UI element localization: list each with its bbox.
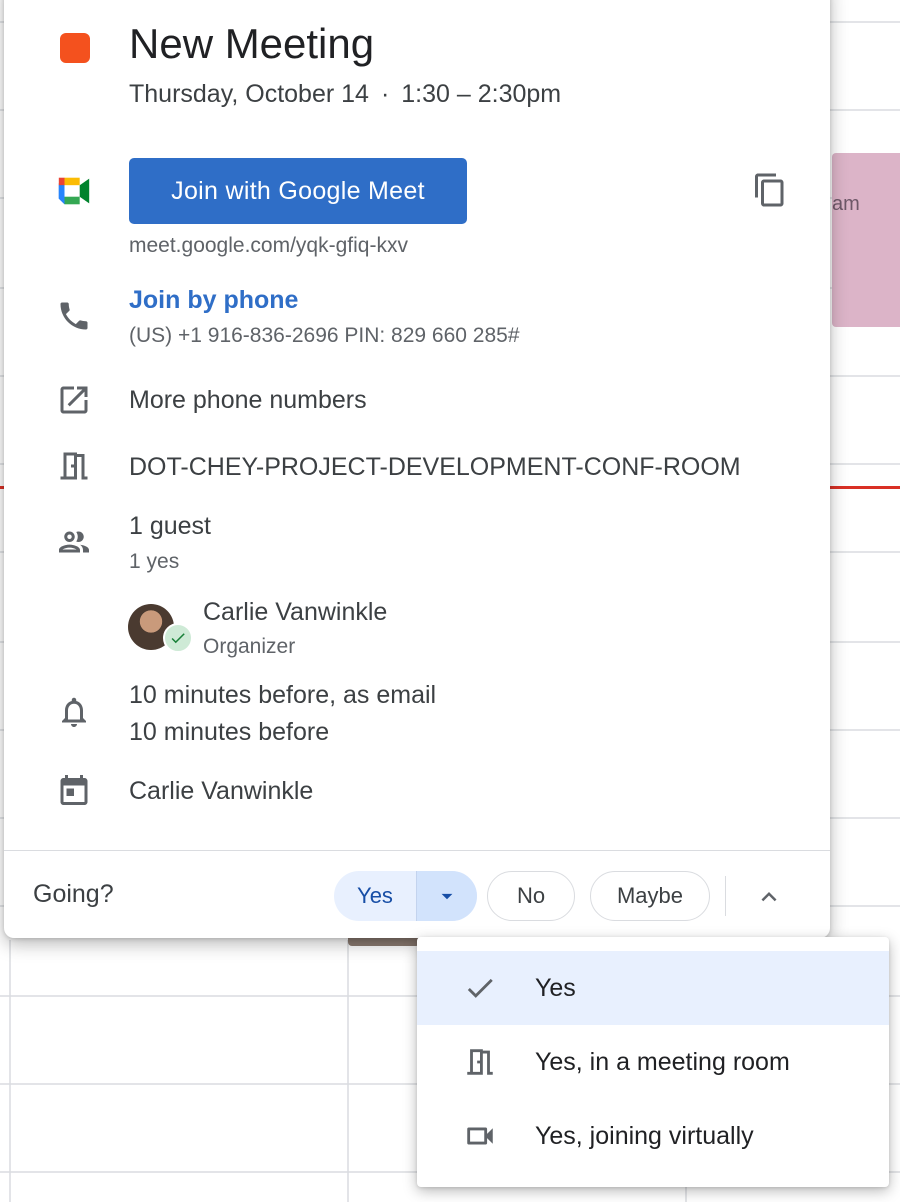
guest-count: 1 guest bbox=[129, 512, 212, 540]
join-by-phone-link[interactable]: Join by phone bbox=[129, 286, 298, 315]
menu-item-label: Yes, in a meeting room bbox=[535, 1047, 790, 1076]
more-phone-numbers-link[interactable]: More phone numbers bbox=[129, 386, 367, 415]
caret-down-icon bbox=[441, 893, 453, 900]
divider bbox=[4, 850, 830, 851]
meet-link[interactable]: meet.google.com/yqk-gfiq-kxv bbox=[129, 234, 408, 258]
separator-dot: · bbox=[380, 80, 390, 108]
rsvp-yes-dropdown-button[interactable] bbox=[417, 871, 477, 921]
event-date: Thursday, October 14 bbox=[129, 80, 369, 108]
people-icon bbox=[54, 522, 94, 562]
menu-item-yes[interactable]: Yes bbox=[417, 951, 889, 1025]
guest-rsvp-summary: 1 yes bbox=[129, 550, 180, 573]
menu-item-label: Yes, joining virtually bbox=[535, 1121, 754, 1150]
accepted-check-icon bbox=[163, 623, 193, 653]
event-details-popup: New Meeting Thursday, October 14 · 1:30 – … bbox=[4, 0, 830, 938]
current-time-indicator bbox=[830, 486, 900, 489]
event-color-swatch bbox=[60, 33, 90, 63]
menu-item-yes-virtually[interactable]: Yes, joining virtually bbox=[417, 1099, 889, 1173]
phone-icon bbox=[54, 296, 94, 336]
event-datetime: Thursday, October 14 · 1:30 – 2:30pm bbox=[129, 80, 561, 109]
calendar-owner: Carlie Vanwinkle bbox=[129, 777, 314, 805]
menu-item-yes-meeting-room[interactable]: Yes, in a meeting room bbox=[417, 1025, 889, 1099]
rsvp-yes-split-button: Yes bbox=[334, 871, 477, 921]
room-name: DOT-CHEY-PROJECT-DEVELOPMENT-CONF-ROOM bbox=[129, 453, 741, 481]
vertical-separator bbox=[725, 876, 726, 916]
phone-number-detail: (US) +1 916-836-2696 PIN: 829 660 285# bbox=[129, 324, 520, 347]
copy-icon[interactable] bbox=[750, 170, 790, 210]
calendar-icon bbox=[54, 770, 94, 810]
reminder-item: 10 minutes before, as email bbox=[129, 681, 437, 709]
background-calendar-event[interactable]: am bbox=[832, 153, 900, 327]
rsvp-prompt: Going? bbox=[33, 880, 114, 908]
meeting-room-icon bbox=[54, 446, 94, 486]
event-title: New Meeting bbox=[129, 20, 375, 67]
rsvp-maybe-button[interactable]: Maybe bbox=[590, 871, 710, 921]
guest-name: Carlie Vanwinkle bbox=[203, 598, 388, 626]
menu-item-label: Yes bbox=[535, 973, 576, 1002]
check-icon bbox=[461, 969, 499, 1007]
join-google-meet-button[interactable]: Join with Google Meet bbox=[129, 158, 467, 224]
rsvp-no-button[interactable]: No bbox=[487, 871, 575, 921]
google-meet-icon bbox=[54, 171, 94, 211]
guest-role: Organizer bbox=[203, 635, 296, 658]
background-event-text: am bbox=[832, 193, 860, 215]
event-time: 1:30 – 2:30pm bbox=[401, 80, 562, 108]
meeting-room-icon bbox=[461, 1043, 499, 1081]
rsvp-options-menu: Yes Yes, in a meeting room Yes, joining … bbox=[417, 937, 889, 1187]
bell-icon bbox=[54, 692, 94, 732]
open-in-new-icon bbox=[54, 380, 94, 420]
video-camera-icon bbox=[461, 1117, 499, 1155]
rsvp-yes-button[interactable]: Yes bbox=[334, 871, 417, 921]
chevron-up-icon[interactable] bbox=[749, 877, 789, 917]
reminder-item: 10 minutes before bbox=[129, 718, 330, 746]
